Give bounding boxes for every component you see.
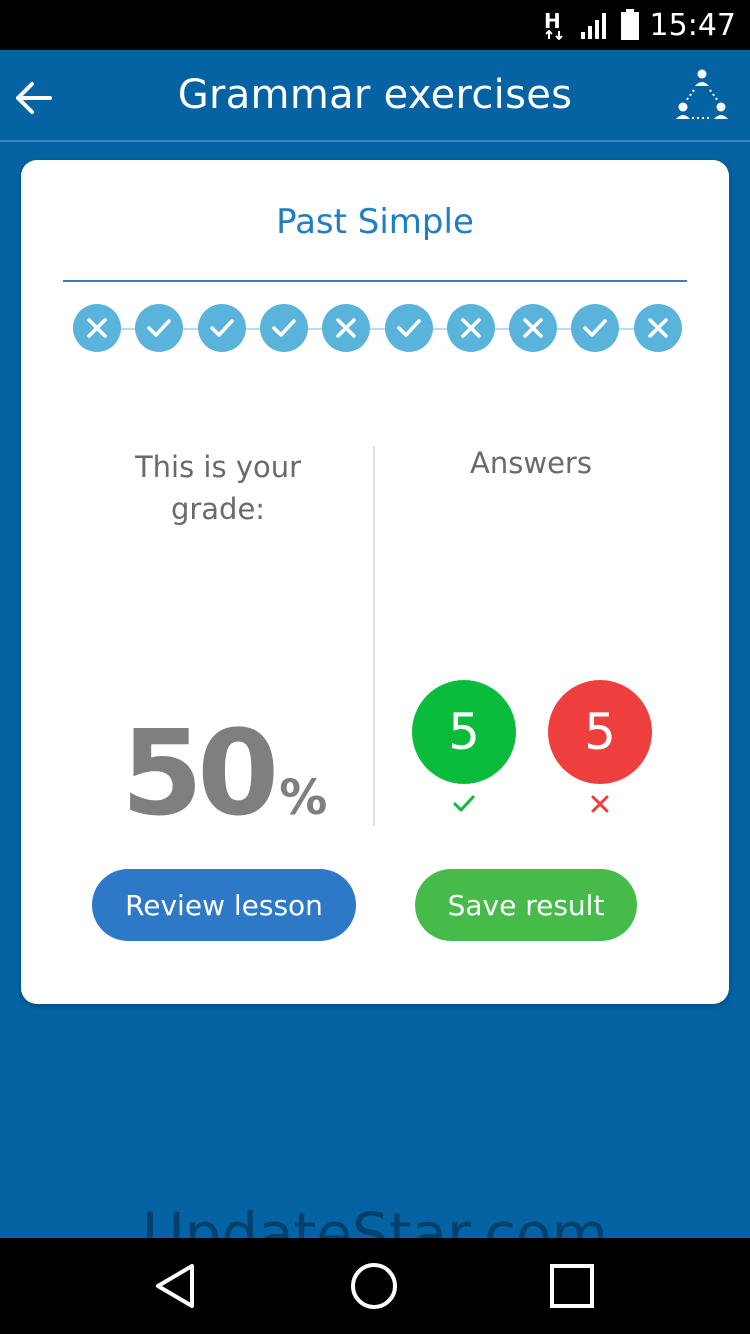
grade-number: 50 bbox=[121, 704, 279, 842]
progress-dot-correct bbox=[384, 304, 433, 352]
answer-progress bbox=[73, 304, 683, 354]
status-bar: H 15:47 bbox=[0, 0, 750, 50]
progress-dot-correct bbox=[259, 304, 308, 352]
result-card: Past Simple This is your grade: 50% Answ… bbox=[21, 160, 729, 1004]
nav-home-button[interactable] bbox=[348, 1260, 400, 1312]
review-lesson-button[interactable]: Review lesson bbox=[92, 869, 356, 941]
cross-icon bbox=[460, 318, 481, 338]
app-bar: Grammar exercises bbox=[0, 50, 750, 142]
cross-icon bbox=[336, 318, 356, 338]
cross-icon bbox=[647, 318, 668, 338]
grade-unit: % bbox=[279, 770, 328, 826]
signal-icon bbox=[580, 13, 606, 39]
progress-dot-wrong bbox=[73, 304, 121, 352]
battery-icon bbox=[620, 9, 639, 40]
network-h-icon: H bbox=[544, 10, 563, 40]
svg-text:H: H bbox=[544, 10, 561, 33]
check-icon bbox=[453, 795, 475, 812]
save-result-button[interactable]: Save result bbox=[415, 869, 637, 941]
group-icon bbox=[676, 69, 728, 119]
lesson-title: Past Simple bbox=[276, 202, 474, 242]
column-divider bbox=[373, 446, 375, 826]
recents-square-icon bbox=[550, 1264, 594, 1308]
title-divider bbox=[63, 280, 687, 282]
progress-dot-wrong bbox=[446, 304, 495, 352]
check-icon bbox=[272, 319, 296, 337]
grade-label: This is your grade: bbox=[134, 450, 302, 526]
progress-dot-wrong bbox=[509, 304, 558, 352]
nav-recents-button[interactable] bbox=[546, 1260, 598, 1312]
navigation-bar bbox=[0, 1238, 750, 1334]
clock: 15:47 bbox=[649, 7, 736, 43]
answers-label: Answers bbox=[470, 446, 592, 480]
page-title: Grammar exercises bbox=[177, 72, 573, 118]
cross-icon bbox=[523, 318, 543, 338]
cross-icon bbox=[87, 318, 107, 338]
progress-dot-correct bbox=[135, 304, 184, 352]
correct-count-badge: 5 bbox=[412, 680, 516, 784]
check-icon bbox=[209, 319, 234, 337]
nav-back-button[interactable] bbox=[152, 1260, 204, 1312]
cross-icon bbox=[591, 795, 609, 813]
progress-dot-correct bbox=[197, 304, 246, 352]
home-circle-icon bbox=[351, 1263, 397, 1309]
check-icon bbox=[147, 319, 172, 337]
group-button[interactable] bbox=[672, 66, 732, 126]
progress-dot-wrong bbox=[322, 304, 371, 352]
check-icon bbox=[583, 319, 608, 337]
back-triangle-icon bbox=[156, 1264, 194, 1308]
wrong-count-badge: 5 bbox=[548, 680, 652, 784]
grade-value: 50% bbox=[121, 704, 327, 842]
progress-dot-correct bbox=[571, 304, 620, 352]
progress-dot-wrong bbox=[633, 304, 682, 352]
check-icon bbox=[396, 319, 421, 337]
